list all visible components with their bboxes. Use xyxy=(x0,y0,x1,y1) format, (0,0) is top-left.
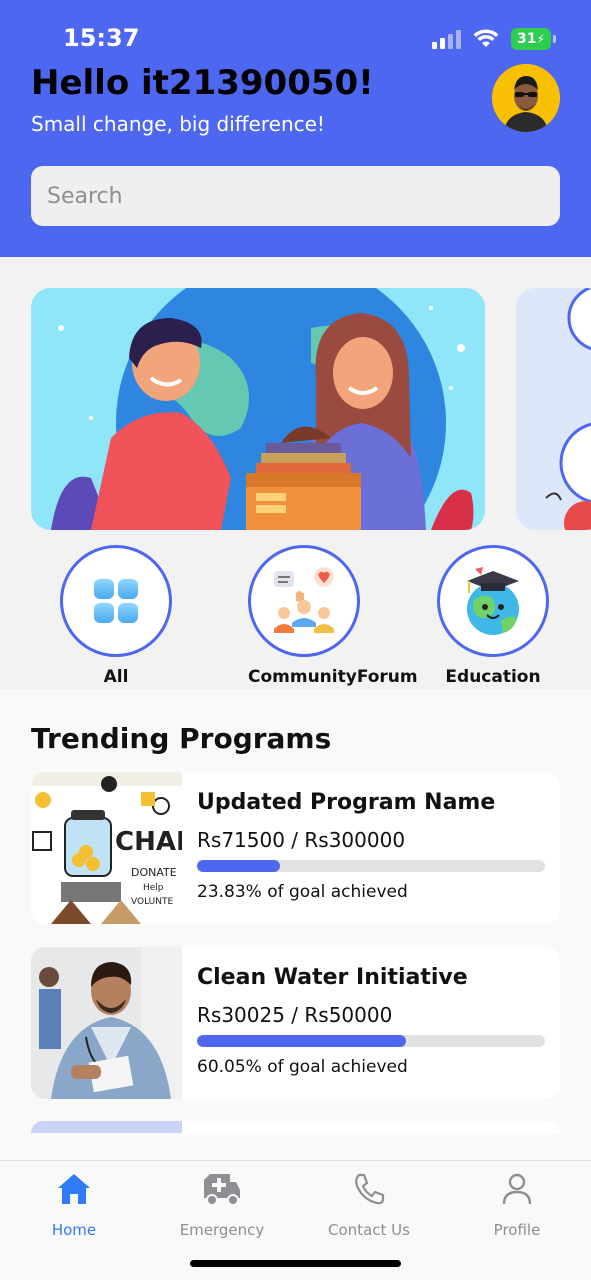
program-progress-fill xyxy=(197,860,280,872)
category-label: Education xyxy=(445,667,541,687)
greeting-title: Hello it21390050! xyxy=(31,63,374,103)
tab-emergency[interactable]: Emergency xyxy=(162,1169,282,1239)
program-amount: Rs30025 / Rs50000 xyxy=(197,1003,393,1027)
tab-label: Profile xyxy=(493,1221,541,1239)
program-card[interactable]: Clean Water Initiative Rs30025 / Rs50000… xyxy=(31,947,560,1099)
education-globe-icon xyxy=(467,567,519,635)
category-all[interactable]: All xyxy=(60,545,172,687)
tab-contact-us[interactable]: Contact Us xyxy=(309,1169,429,1239)
person-icon xyxy=(502,1173,532,1205)
wifi-icon xyxy=(473,29,499,47)
svg-text:VOLUNTE: VOLUNTE xyxy=(131,897,173,907)
battery-icon: 31 ⚡ xyxy=(511,28,556,50)
program-progress xyxy=(197,1035,545,1047)
community-forum-icon xyxy=(274,567,334,633)
program-progress-fill xyxy=(197,1035,406,1047)
category-label: All xyxy=(103,667,129,687)
category-all-circle xyxy=(60,545,172,657)
tab-label: Emergency xyxy=(179,1221,265,1239)
program-image xyxy=(31,947,182,1099)
program-image: CHARIT DONATE Help VOLUNTE xyxy=(31,772,224,924)
program-progress xyxy=(197,860,545,872)
category-communityforum[interactable]: CommunityForum xyxy=(248,545,418,687)
program-name: Clean Water Initiative xyxy=(197,965,468,990)
ambulance-icon xyxy=(204,1174,240,1206)
tab-home[interactable]: Home xyxy=(14,1169,134,1239)
program-goal-status: 23.83% of goal achieved xyxy=(197,882,408,902)
home-indicator xyxy=(190,1260,401,1267)
featured-banner-next[interactable] xyxy=(516,288,591,530)
header: 15:37 31 ⚡ Hello it21390050! Small change… xyxy=(0,0,591,257)
grid-icon xyxy=(94,579,138,623)
svg-text:Help: Help xyxy=(143,883,164,893)
program-goal-status: 60.05% of goal achieved xyxy=(197,1057,408,1077)
status-time: 15:37 xyxy=(63,24,140,52)
trending-title: Trending Programs xyxy=(31,722,332,755)
avatar[interactable] xyxy=(492,64,560,132)
tab-label: Home xyxy=(51,1221,97,1239)
category-education-circle xyxy=(437,545,549,657)
tab-profile[interactable]: Profile xyxy=(457,1169,577,1239)
search-input[interactable] xyxy=(31,166,560,226)
svg-text:DONATE: DONATE xyxy=(131,866,177,879)
tab-label: Contact Us xyxy=(328,1221,410,1239)
program-amount: Rs71500 / Rs300000 xyxy=(197,828,406,852)
greeting-subtitle: Small change, big difference! xyxy=(31,112,325,136)
image-text-charity: CHARIT xyxy=(115,827,182,857)
featured-section: All CommunityForum Education xyxy=(0,257,591,689)
category-education[interactable]: Education xyxy=(437,545,549,687)
featured-banner[interactable] xyxy=(31,288,485,530)
program-name: Updated Program Name xyxy=(197,790,496,815)
status-icons: 31 ⚡ xyxy=(432,28,556,50)
battery-level: 31 xyxy=(517,31,537,47)
program-card-partial[interactable] xyxy=(31,1121,560,1133)
program-card[interactable]: CHARIT DONATE Help VOLUNTE Updated Progr… xyxy=(31,772,560,924)
home-icon xyxy=(58,1174,90,1204)
category-communityforum-circle xyxy=(248,545,360,657)
category-label: CommunityForum xyxy=(248,667,418,687)
phone-icon xyxy=(355,1173,385,1205)
cellular-signal-icon xyxy=(432,29,461,49)
